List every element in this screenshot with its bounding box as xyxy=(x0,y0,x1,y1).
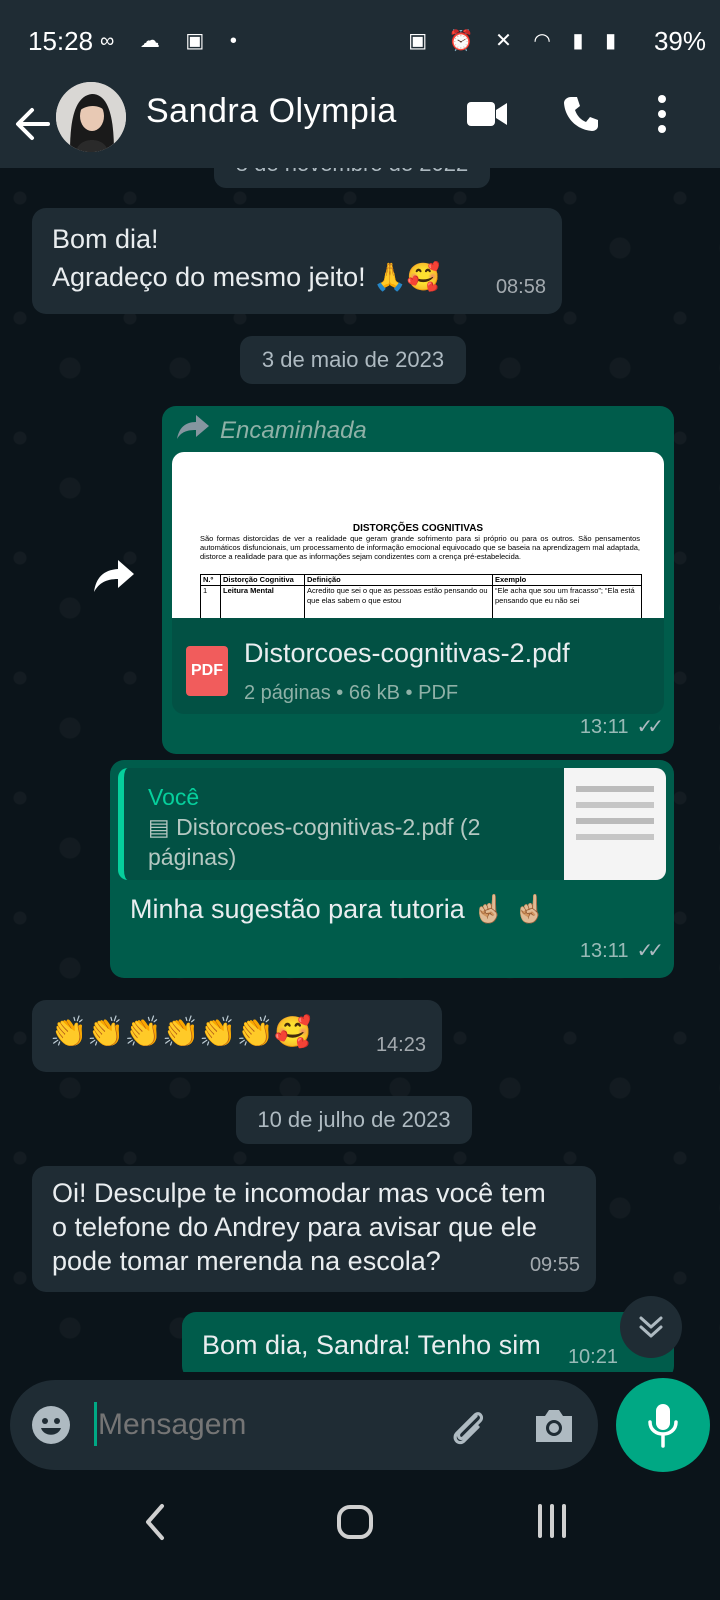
scroll-down-button[interactable] xyxy=(620,1296,682,1358)
incoming-message[interactable]: 👏👏👏👏👏👏🥰 14:23 xyxy=(32,1000,442,1072)
message-text: Agradeço do mesmo jeito! 🙏🥰 xyxy=(52,262,441,292)
table-header: Distorção Cognitiva xyxy=(221,575,305,585)
phone-icon[interactable] xyxy=(562,94,600,134)
document-icon: ▤ xyxy=(148,814,170,840)
file-meta: 2 páginas • 66 kB • PDF xyxy=(244,682,459,704)
message-time: 14:23 xyxy=(375,1034,426,1056)
video-call-icon[interactable] xyxy=(466,94,508,134)
message-text: Oi! Desculpe te incomodar mas você tem xyxy=(52,1178,546,1208)
table-cell: 1 xyxy=(201,586,221,618)
system-icons: ▣ ⏰ ✕ ◠ ▮ ▮ xyxy=(408,30,624,52)
forwarded-icon xyxy=(177,415,209,439)
status-time: 15:28 xyxy=(28,26,94,56)
nav-home-icon[interactable] xyxy=(336,1504,374,1540)
table-cell: “Ele acha que sou um fracasso”; “Ela est… xyxy=(495,586,635,605)
outgoing-reply-message[interactable]: Você ▤ Distorcoes-cognitivas-2.pdf (2 pá… xyxy=(110,760,674,978)
message-text: Bom dia, Sandra! Tenho sim xyxy=(202,1330,541,1360)
message-input-container xyxy=(10,1380,598,1470)
table-header: Definição xyxy=(305,575,493,585)
message-text: o telefone do Andrey para avisar que ele xyxy=(52,1212,537,1242)
message-time: 08:58 xyxy=(495,276,546,298)
table-header: Exemplo xyxy=(495,575,527,584)
status-bar: 15:28 ∞ ☁ ▣ • ▣ ⏰ ✕ ◠ ▮ ▮ 39% xyxy=(0,0,720,82)
message-input[interactable] xyxy=(98,1398,428,1452)
message-time: 13:11 ✓✓ xyxy=(579,716,664,738)
nav-recents-icon[interactable] xyxy=(534,1504,570,1538)
date-chip: 10 de julho de 2023 xyxy=(236,1096,472,1144)
preview-body: São formas distorcidas de ver a realidad… xyxy=(200,534,640,561)
quoted-message[interactable]: Você ▤ Distorcoes-cognitivas-2.pdf (2 pá… xyxy=(118,768,666,880)
camera-icon[interactable] xyxy=(532,1406,576,1446)
date-chip: 3 de maio de 2023 xyxy=(240,336,466,384)
chat-area[interactable]: 8 de novembro de 2022 Bom dia! Agradeço … xyxy=(0,168,720,1392)
quote-text: ▤ Distorcoes-cognitivas-2.pdf (2 páginas… xyxy=(148,814,481,870)
mic-button[interactable] xyxy=(616,1378,710,1472)
back-arrow-icon[interactable] xyxy=(14,94,54,154)
file-info[interactable]: PDF Distorcoes-cognitivas-2.pdf 2 página… xyxy=(172,618,664,714)
message-time: 10:21 xyxy=(567,1346,618,1368)
message-time: 13:11 ✓✓ xyxy=(579,940,664,962)
incoming-message[interactable]: Oi! Desculpe te incomodar mas você tem o… xyxy=(32,1166,596,1292)
input-bar xyxy=(0,1372,720,1500)
preview-table: N.º Distorção Cognitiva Definição Exempl… xyxy=(200,574,642,618)
file-name: Distorcoes-cognitivas-2.pdf xyxy=(244,638,570,668)
outgoing-pdf-message[interactable]: Encaminhada DISTORÇÕES COGNITIVAS São fo… xyxy=(162,406,674,754)
outgoing-message[interactable]: Bom dia, Sandra! Tenho sim 10:21 xyxy=(182,1312,674,1380)
message-text: Minha sugestão para tutoria ☝🏼 ☝🏼 xyxy=(130,894,547,924)
attach-icon[interactable] xyxy=(446,1404,490,1448)
read-ticks-icon: ✓✓ xyxy=(636,716,663,738)
mic-icon xyxy=(648,1404,678,1448)
table-cell: Acredito que sei o que as pessoas estão … xyxy=(305,586,493,618)
quote-author: Você xyxy=(148,784,200,810)
message-time: 09:55 xyxy=(529,1254,580,1276)
system-nav-bar xyxy=(0,1500,720,1600)
incoming-message[interactable]: Bom dia! Agradeço do mesmo jeito! 🙏🥰 08:… xyxy=(32,208,562,314)
contact-name[interactable]: Sandra Olympia xyxy=(146,92,397,131)
chat-header: Sandra Olympia xyxy=(0,82,720,168)
battery-level: 39% xyxy=(653,26,706,56)
notification-icons: ∞ ☁ ▣ • xyxy=(100,30,247,52)
avatar[interactable] xyxy=(56,82,126,152)
pdf-preview[interactable]: DISTORÇÕES COGNITIVAS São formas distorc… xyxy=(172,452,664,618)
more-options-icon[interactable] xyxy=(652,94,672,134)
read-ticks-icon: ✓✓ xyxy=(636,940,663,962)
text-cursor xyxy=(94,1402,97,1446)
emoji-icon[interactable] xyxy=(30,1404,72,1446)
nav-back-icon[interactable] xyxy=(140,1502,170,1542)
message-text: 👏👏👏👏👏👏🥰 xyxy=(50,1016,312,1049)
table-cell: Leitura Mental xyxy=(221,586,305,618)
forward-icon[interactable] xyxy=(92,558,136,594)
date-chip: 8 de novembro de 2022 xyxy=(214,168,490,188)
message-text: pode tomar merenda na escola? xyxy=(52,1246,441,1276)
scroll-down-icon xyxy=(639,1316,663,1338)
table-header: N.º xyxy=(201,575,221,585)
forwarded-label: Encaminhada xyxy=(220,417,367,444)
quote-thumbnail xyxy=(564,768,666,880)
pdf-icon: PDF xyxy=(186,646,228,696)
message-text: Bom dia! xyxy=(52,224,159,254)
